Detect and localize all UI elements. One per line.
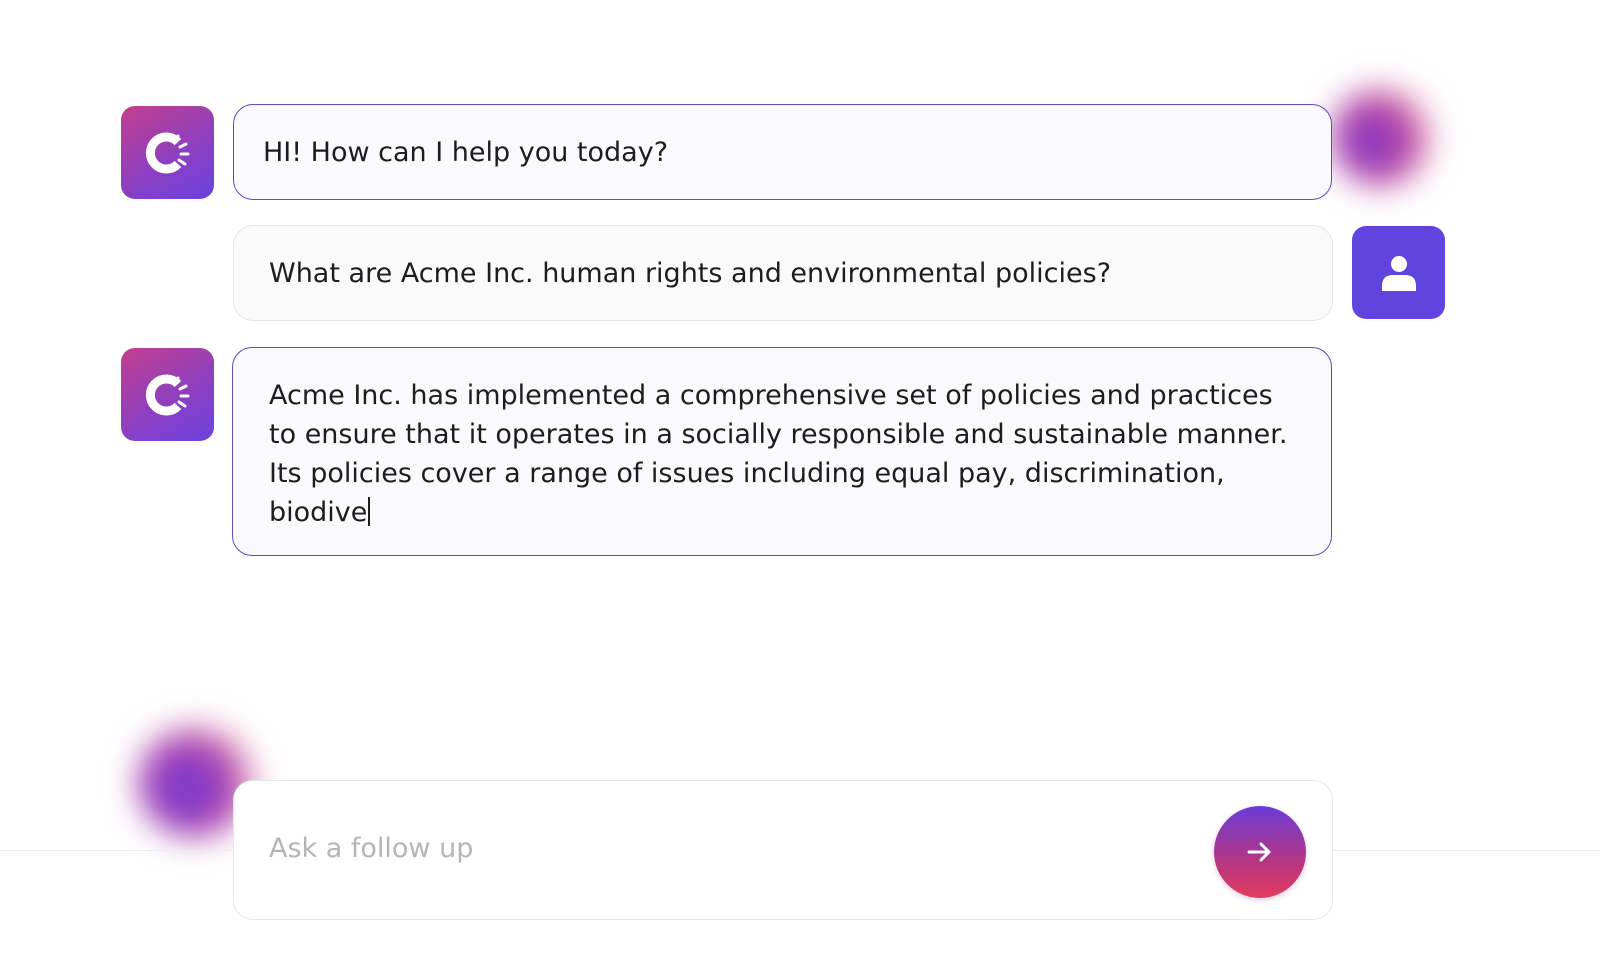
follow-up-input-placeholder[interactable]: Ask a follow up [269,831,473,867]
typing-cursor [368,497,371,526]
decorative-glow [1332,88,1430,186]
user-icon [1381,255,1416,291]
assistant-avatar [121,348,214,441]
brand-logo-icon [145,374,189,415]
message-text: What are Acme Inc. human rights and envi… [269,258,1112,289]
send-button[interactable] [1214,806,1306,898]
assistant-avatar [121,106,214,199]
message-text: HI! How can I help you today? [263,137,669,168]
message-text: Acme Inc. has implemented a comprehensiv… [269,380,1288,528]
user-avatar [1352,226,1445,319]
user-message: What are Acme Inc. human rights and envi… [233,225,1333,321]
assistant-message: Acme Inc. has implemented a comprehensiv… [232,347,1332,556]
arrow-right-icon [1247,842,1271,862]
brand-logo-icon [145,132,189,173]
follow-up-input-container[interactable]: Ask a follow up [233,780,1333,920]
assistant-message: HI! How can I help you today? [233,104,1332,200]
